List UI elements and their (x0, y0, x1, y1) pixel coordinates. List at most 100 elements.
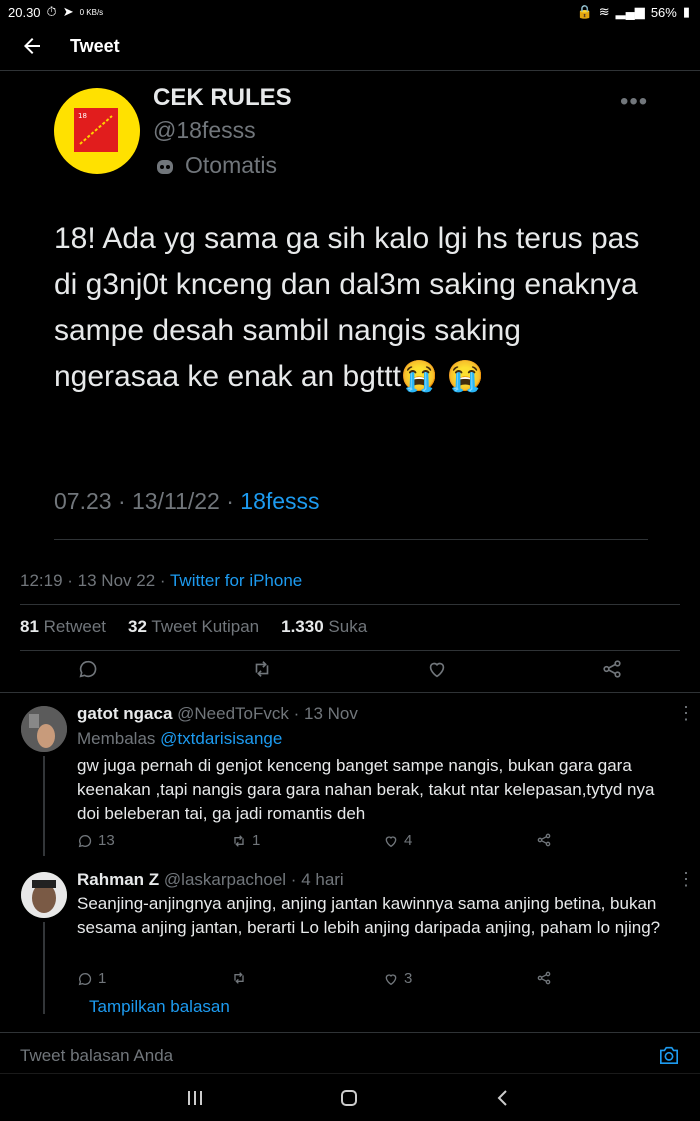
timer-icon: ⏱ (46, 4, 57, 19)
divider (20, 650, 680, 651)
status-bar: 20.30 ⏱ ➤ 0 KB/s 🔒 ≋ ▂▄▆ 56% ▮ (0, 0, 700, 24)
quote-count: 32 (128, 617, 147, 636)
reply-share-button[interactable] (536, 970, 552, 986)
account-avatar[interactable]: 18 (54, 88, 140, 174)
meta-source-link[interactable]: 18fesss (240, 488, 319, 514)
bot-icon (157, 159, 173, 174)
reply-author-name[interactable]: Rahman Z (77, 870, 159, 889)
telegram-icon: ➤ (62, 4, 74, 19)
reply-time: 4 hari (301, 870, 344, 889)
reply-actions: 1 3 (77, 970, 577, 990)
logo-icon: 18 (74, 108, 118, 152)
meta-time: 07.23 (54, 488, 112, 514)
wifi-icon: ≋ (598, 4, 610, 19)
reply-reply-button[interactable]: 1 (77, 970, 106, 987)
page-title: Tweet (70, 36, 120, 56)
top-app-bar: Tweet (0, 24, 700, 71)
automated-label: Otomatis (153, 152, 277, 179)
back-nav-icon[interactable] (495, 1089, 509, 1107)
camera-icon[interactable] (658, 1045, 680, 1065)
reply-actions: 13 1 4 (77, 832, 577, 852)
retweet-icon[interactable] (251, 658, 273, 680)
system-navigation-bar (0, 1073, 700, 1121)
reply-avatar[interactable] (21, 872, 67, 918)
automated-text: Otomatis (185, 152, 278, 178)
net-speed: 0 KB/s (79, 7, 104, 17)
replying-to-link[interactable]: @txtdarisisange (160, 729, 282, 748)
timestamp-date: 13 Nov 22 (77, 571, 156, 590)
reply-retweet-count: 1 (252, 832, 261, 849)
retweet-icon (234, 834, 244, 847)
share-icon[interactable] (601, 658, 623, 680)
reply-reply-count: 13 (98, 832, 115, 849)
divider (20, 604, 680, 605)
more-options-icon[interactable]: ••• (620, 88, 648, 116)
reply-input[interactable]: Tweet balasan Anda (20, 1046, 173, 1066)
reply-text: gw juga pernah di genjot kenceng banget … (77, 756, 655, 823)
like-count: 1.330 (281, 617, 324, 636)
like-icon[interactable] (426, 658, 448, 680)
divider (54, 539, 648, 540)
thread-line (43, 922, 45, 1014)
reply-like-count: 4 (404, 832, 413, 849)
retweet-icon (234, 972, 244, 984)
reply-text: Seanjing-anjingnya anjing, anjing jantan… (77, 894, 661, 937)
meta-date: 13/11/22 (132, 488, 220, 514)
reply-time: 13 Nov (304, 704, 358, 723)
retweet-label: Retweet (43, 617, 107, 636)
home-icon[interactable] (340, 1089, 358, 1107)
reply-retweet-button[interactable]: 1 (231, 832, 260, 849)
back-arrow-icon[interactable] (20, 34, 44, 58)
reply-share-button[interactable] (536, 832, 552, 848)
timestamp-time: 12:19 (20, 571, 63, 590)
reply-header: Rahman Z @laskarpachoel · 4 hari (77, 870, 344, 889)
show-replies-link[interactable]: Tampilkan balasan (89, 997, 230, 1017)
reply-reply-count: 1 (98, 970, 107, 987)
recent-apps-icon[interactable] (186, 1090, 204, 1106)
like-stat[interactable]: 1.330 Suka (281, 617, 367, 637)
reply-avatar[interactable] (21, 706, 67, 752)
reply-header: gatot ngaca @NeedToFvck · 13 Nov (77, 704, 358, 723)
account-name: CEK RULES (153, 84, 292, 111)
svg-text:18: 18 (78, 112, 87, 120)
account-handle: @18fesss (153, 117, 256, 143)
tweet-image-meta: 07.23 · 13/11/22 · 18fesss (54, 488, 320, 514)
retweet-count: 81 (20, 617, 39, 636)
like-icon (385, 835, 397, 847)
reply-icon[interactable] (77, 658, 99, 680)
reply-retweet-button[interactable] (231, 970, 252, 986)
tweet-timestamp: 12:19 · 13 Nov 22 · Twitter for iPhone (20, 571, 303, 590)
replying-to: Membalas @txtdarisisange (77, 729, 282, 749)
divider (0, 692, 700, 693)
signal-icon: ▂▄▆ (615, 4, 645, 19)
client-link[interactable]: Twitter for iPhone (170, 571, 302, 590)
reply-author-handle: @NeedToFvck (177, 704, 289, 723)
like-icon (385, 973, 397, 985)
reply-like-count: 3 (404, 970, 413, 987)
reply-author-name[interactable]: gatot ngaca (77, 704, 172, 723)
replying-label: Membalas (77, 729, 156, 748)
reply-icon (78, 834, 92, 847)
retweet-stat[interactable]: 81 Retweet (20, 617, 106, 637)
reply-menu-icon[interactable]: ⋮ (677, 869, 695, 890)
reply-menu-icon[interactable]: ⋮ (677, 703, 695, 724)
thread-line (43, 756, 45, 856)
share-icon (537, 971, 551, 985)
like-label: Suka (328, 617, 368, 636)
engagement-stats: 81 Retweet 32 Tweet Kutipan 1.330 Suka (20, 617, 367, 637)
reply-like-button[interactable]: 3 (383, 970, 412, 987)
reply-reply-button[interactable]: 13 (77, 832, 115, 849)
quote-stat[interactable]: 32 Tweet Kutipan (128, 617, 259, 637)
status-time: 20.30 (8, 4, 41, 20)
reply-like-button[interactable]: 4 (383, 832, 412, 849)
tweet-action-bar (20, 656, 680, 686)
lock-icon: 🔒 (576, 4, 593, 19)
tweet-text: 18! Ada yg sama ga sih kalo lgi hs terus… (54, 222, 640, 393)
divider (0, 1032, 700, 1033)
battery-level: 56% (650, 4, 677, 20)
share-icon (537, 833, 551, 847)
quote-label: Tweet Kutipan (151, 617, 260, 636)
reply-author-handle: @laskarpachoel (163, 870, 287, 889)
battery-icon: ▮ (682, 4, 690, 19)
reply-icon (78, 972, 92, 985)
